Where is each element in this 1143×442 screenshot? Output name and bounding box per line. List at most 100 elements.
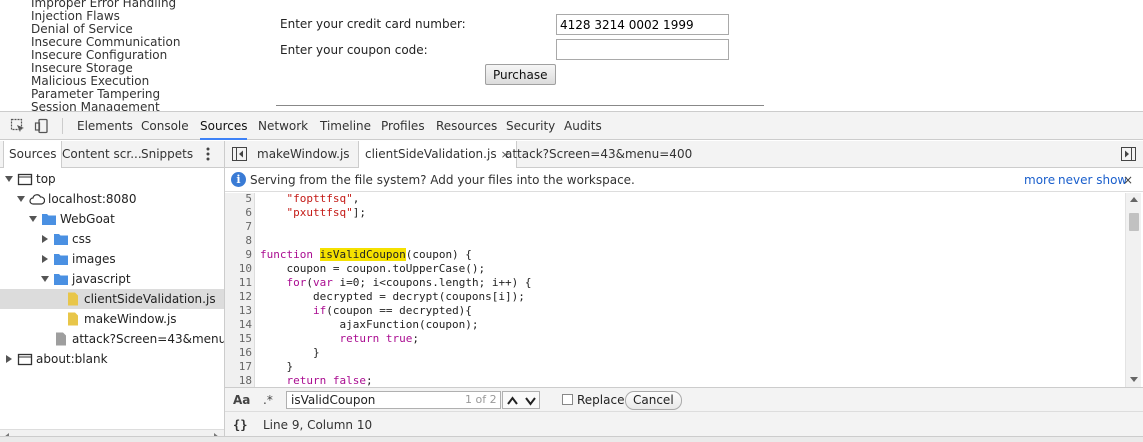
collapsed-triangle-icon[interactable] xyxy=(40,249,50,269)
search-previous-icon[interactable] xyxy=(507,396,518,405)
code-line: 17 } xyxy=(225,360,1125,374)
editor-tab-makewindow[interactable]: makeWindow.js xyxy=(251,141,356,168)
tree-item[interactable]: images xyxy=(0,249,224,269)
coupon-label: Enter your coupon code: xyxy=(280,43,428,57)
infobar-never-show-link[interactable]: never show xyxy=(1058,168,1127,192)
line-number[interactable]: 11 xyxy=(225,276,252,290)
code-text: "pxuttfsq"]; xyxy=(260,206,366,220)
code-line: 8 xyxy=(225,234,1125,248)
devtools-tab-profiles[interactable]: Profiles xyxy=(381,112,425,140)
editor-tab-attack[interactable]: attack?Screen=43&menu=400 xyxy=(499,141,698,168)
code-token: "fopttfsq" xyxy=(286,193,353,205)
tree-item[interactable]: javascript xyxy=(0,269,224,289)
code-token: decrypted = decrypt(coupons[i]); xyxy=(260,290,525,303)
replace-label: Replace xyxy=(577,393,625,407)
regex-toggle[interactable]: .* xyxy=(263,388,273,412)
code-token: if xyxy=(312,304,327,317)
expanded-triangle-icon[interactable] xyxy=(4,169,14,189)
line-number[interactable]: 6 xyxy=(225,206,252,220)
cursor-position: Line 9, Column 10 xyxy=(263,418,373,432)
more-options-icon[interactable] xyxy=(201,145,215,163)
code-line: 6 "pxuttfsq"]; xyxy=(225,206,1125,220)
code-text: if(coupon == decrypted){ xyxy=(260,304,472,318)
expanded-triangle-icon[interactable] xyxy=(28,209,38,229)
devtools-tab-security[interactable]: Security xyxy=(506,112,555,140)
code-token: ; xyxy=(366,374,373,387)
devtools-tab-resources[interactable]: Resources xyxy=(436,112,497,140)
match-case-toggle[interactable]: Aa xyxy=(233,388,250,412)
tree-item-label: makeWindow.js xyxy=(84,312,177,326)
devtools-tab-sources[interactable]: Sources xyxy=(200,112,248,140)
code-text: for(var i=0; i<coupons.length; i++) { xyxy=(260,276,532,290)
devtools-tab-elements[interactable]: Elements xyxy=(77,112,133,140)
devtools-tab-network[interactable]: Network xyxy=(258,112,308,140)
code-token: ]; xyxy=(352,206,366,219)
expanded-triangle-icon[interactable] xyxy=(40,269,50,289)
code-line: 16 } xyxy=(225,346,1125,360)
line-number[interactable]: 12 xyxy=(225,290,252,304)
replace-checkbox[interactable] xyxy=(562,394,573,405)
line-number[interactable]: 10 xyxy=(225,262,252,276)
nav-tab-content-scripts[interactable]: Content scr... xyxy=(62,141,142,168)
close-icon[interactable]: × xyxy=(1123,168,1133,192)
line-number[interactable]: 16 xyxy=(225,346,252,360)
collapsed-triangle-icon[interactable] xyxy=(40,229,50,249)
code-line: 9 function isValidCoupon(coupon) { xyxy=(225,248,1125,262)
code-line: 11 for(var i=0; i<coupons.length; i++) { xyxy=(225,276,1125,290)
expanded-triangle-icon[interactable] xyxy=(16,189,26,209)
devtools-tab-console[interactable]: Console xyxy=(141,112,189,140)
editor-tabs: makeWindow.js clientSideValidation.js × a… xyxy=(225,141,1143,168)
tree-item[interactable]: makeWindow.js xyxy=(0,309,224,329)
line-number[interactable]: 18 xyxy=(225,374,252,387)
tree-item[interactable]: css xyxy=(0,229,224,249)
pretty-print-icon[interactable]: {} xyxy=(233,412,247,438)
line-number[interactable]: 8 xyxy=(225,234,252,248)
tree-item[interactable]: top xyxy=(0,169,224,189)
nav-tab-snippets[interactable]: Snippets xyxy=(141,141,193,168)
inspect-element-icon[interactable] xyxy=(10,118,26,134)
scroll-up-icon[interactable] xyxy=(1130,196,1138,202)
lesson-menu-item[interactable]: Session Management xyxy=(31,101,180,112)
line-number[interactable]: 14 xyxy=(225,318,252,332)
credit-card-input[interactable] xyxy=(556,14,729,35)
coupon-input[interactable] xyxy=(556,39,729,60)
code-line: 14 ajaxFunction(coupon); xyxy=(225,318,1125,332)
infobar-more-link[interactable]: more xyxy=(1024,168,1055,192)
nav-tab-sources[interactable]: Sources xyxy=(3,141,63,168)
tree-item[interactable]: localhost:8080 xyxy=(0,189,224,209)
line-number[interactable]: 15 xyxy=(225,332,252,346)
code-text: "fopttfsq", xyxy=(260,193,360,206)
code-token: var xyxy=(313,276,333,289)
device-mode-icon[interactable] xyxy=(34,118,50,134)
tree-item-label: images xyxy=(72,252,116,266)
devtools-tab-timeline[interactable]: Timeline xyxy=(320,112,371,140)
editor-tab-clientsidevalidation[interactable]: clientSideValidation.js × xyxy=(358,141,517,168)
file-tree: top localhost:8080 WebGoat css images javascr… xyxy=(0,169,224,431)
tree-item-label: javascript xyxy=(72,272,131,286)
line-number[interactable]: 9 xyxy=(225,248,252,262)
line-number[interactable]: 5 xyxy=(225,193,252,206)
line-number[interactable]: 7 xyxy=(225,220,252,234)
purchase-button[interactable]: Purchase xyxy=(485,64,556,85)
devtools-tab-audits[interactable]: Audits xyxy=(564,112,602,140)
tree-item[interactable]: attack?Screen=43&menu=400 xyxy=(0,329,224,349)
toggle-debugger-icon[interactable] xyxy=(1121,147,1136,161)
tree-item[interactable]: WebGoat xyxy=(0,209,224,229)
code-vertical-scrollbar[interactable] xyxy=(1125,193,1141,387)
scrollbar-thumb[interactable] xyxy=(1129,213,1139,231)
tree-item[interactable]: clientSideValidation.js xyxy=(0,289,224,309)
code-view[interactable]: 5 "fopttfsq", 6 "pxuttfsq"]; 7 8 9 function i… xyxy=(225,193,1143,387)
tree-item[interactable]: about:blank xyxy=(0,349,224,369)
cancel-button[interactable]: Cancel xyxy=(625,391,682,410)
code-line: 5 "fopttfsq", xyxy=(225,193,1125,206)
scroll-down-icon[interactable] xyxy=(1130,377,1138,383)
toggle-navigator-icon[interactable] xyxy=(232,147,247,161)
line-number[interactable]: 13 xyxy=(225,304,252,318)
collapsed-triangle-icon[interactable] xyxy=(4,349,14,369)
line-number[interactable]: 17 xyxy=(225,360,252,374)
folder-icon xyxy=(54,254,68,265)
code-text: decrypted = decrypt(coupons[i]); xyxy=(260,290,525,304)
search-next-icon[interactable] xyxy=(525,397,536,406)
